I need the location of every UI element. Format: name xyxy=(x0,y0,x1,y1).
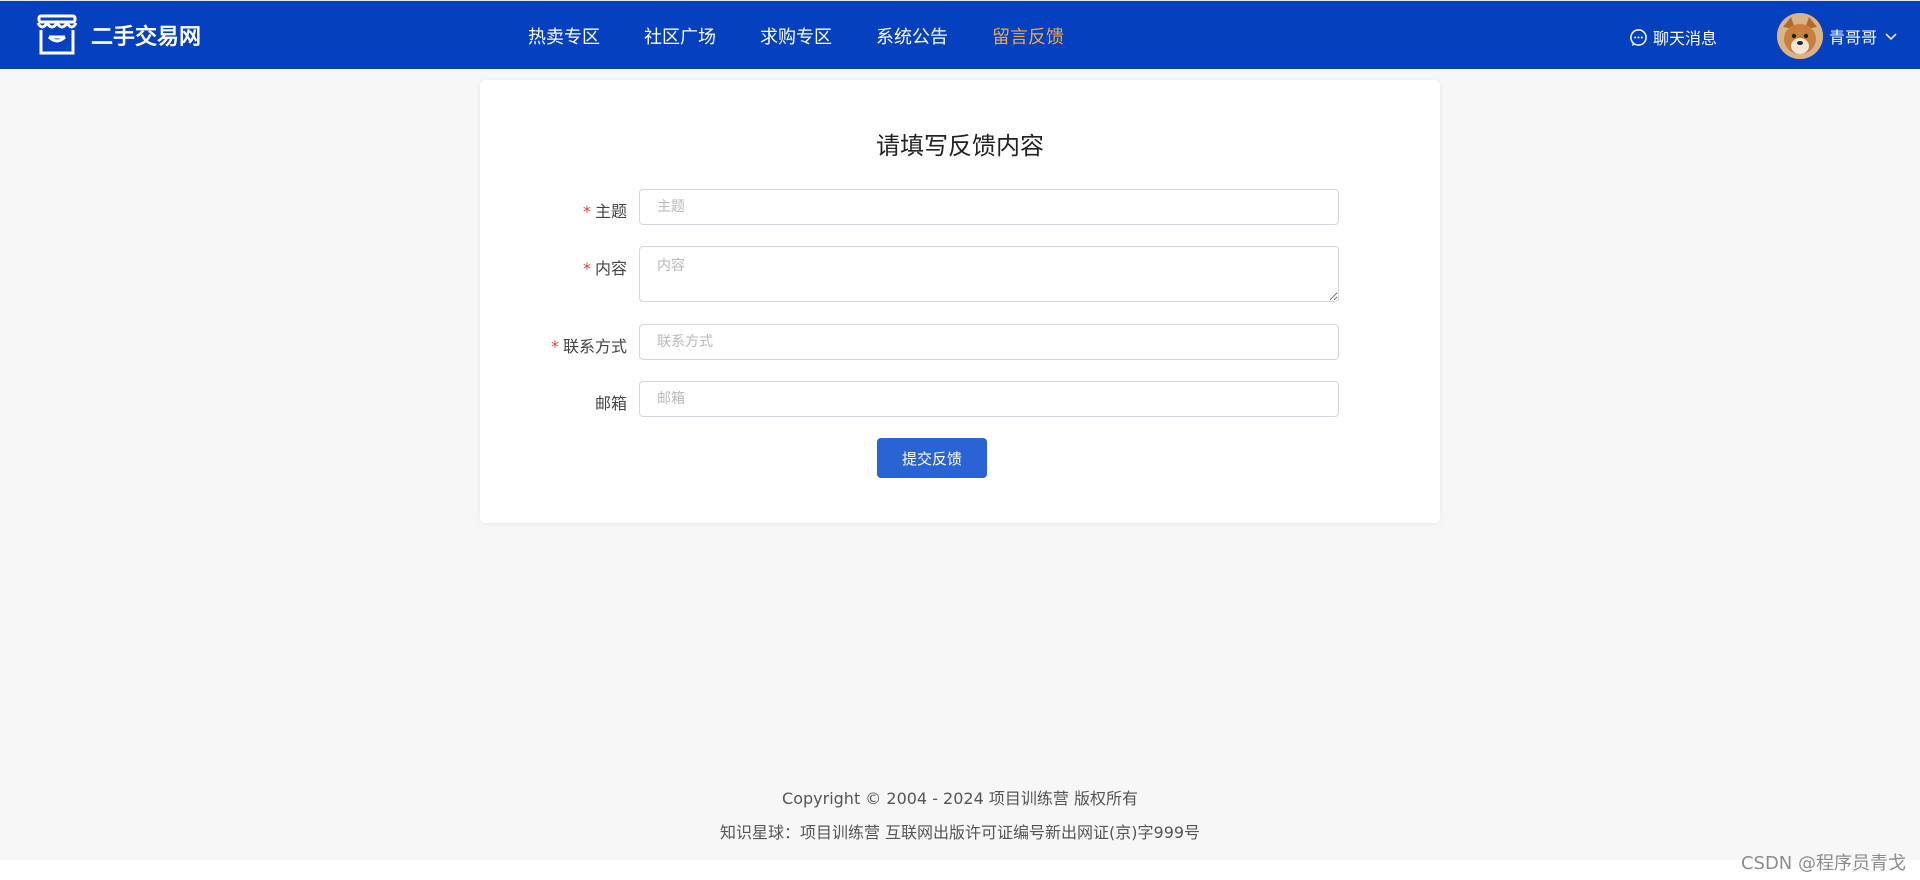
dog-avatar-icon xyxy=(1777,13,1823,59)
footer-license: 知识星球：项目训练营 互联网出版许可证编号新出网证(京)字999号 xyxy=(719,823,1201,842)
contact-label: * 联系方式 xyxy=(550,337,627,356)
main-nav: 热卖专区 社区广场 求购专区 系统公告 留言反馈 xyxy=(528,23,1108,49)
feedback-card: 请填写反馈内容 *主题 *内容 *联系方式 邮箱 提交反馈 xyxy=(480,80,1440,523)
required-mark: * xyxy=(582,259,591,278)
username: 青哥哥 xyxy=(1829,28,1878,47)
nav-wanted[interactable]: 求购专区 xyxy=(760,23,832,49)
subject-label: * 主题 xyxy=(582,202,627,221)
nav-community[interactable]: 社区广场 xyxy=(644,23,716,49)
bottom-strip xyxy=(0,860,1920,880)
chevron-down-icon xyxy=(1885,33,1897,41)
contact-input[interactable] xyxy=(639,324,1339,360)
content-textarea[interactable] xyxy=(639,246,1339,302)
site-logo[interactable]: 二手交易网 xyxy=(33,13,201,57)
content-label: * 内容 xyxy=(582,259,627,278)
nav-announcements[interactable]: 系统公告 xyxy=(876,23,948,49)
watermark: CSDN @程序员青戈 xyxy=(1740,853,1906,874)
email-label: 邮箱 xyxy=(594,394,627,413)
email-input[interactable] xyxy=(639,381,1339,417)
subject-input[interactable] xyxy=(639,189,1339,225)
required-mark: * xyxy=(550,337,559,356)
site-name: 二手交易网 xyxy=(91,25,202,50)
chat-messages-link[interactable]: 聊天消息 xyxy=(1629,25,1717,49)
footer-copyright: Copyright © 2004 - 2024 项目训练营 版权所有 xyxy=(782,789,1138,808)
page-title: 请填写反馈内容 xyxy=(876,132,1044,160)
avatar xyxy=(1777,13,1823,59)
chat-label: 聊天消息 xyxy=(1653,29,1718,48)
submit-feedback-button[interactable]: 提交反馈 xyxy=(877,438,987,478)
required-mark: * xyxy=(582,202,591,221)
user-menu[interactable]: 青哥哥 xyxy=(1777,13,1897,59)
nav-hot-sale[interactable]: 热卖专区 xyxy=(528,23,600,49)
chat-bubble-icon xyxy=(1630,28,1647,46)
top-navigation-bar: 二手交易网 热卖专区 社区广场 求购专区 系统公告 留言反馈 聊天消息 青哥哥 xyxy=(0,0,1920,69)
storefront-icon xyxy=(36,14,78,55)
nav-feedback[interactable]: 留言反馈 xyxy=(992,23,1064,49)
